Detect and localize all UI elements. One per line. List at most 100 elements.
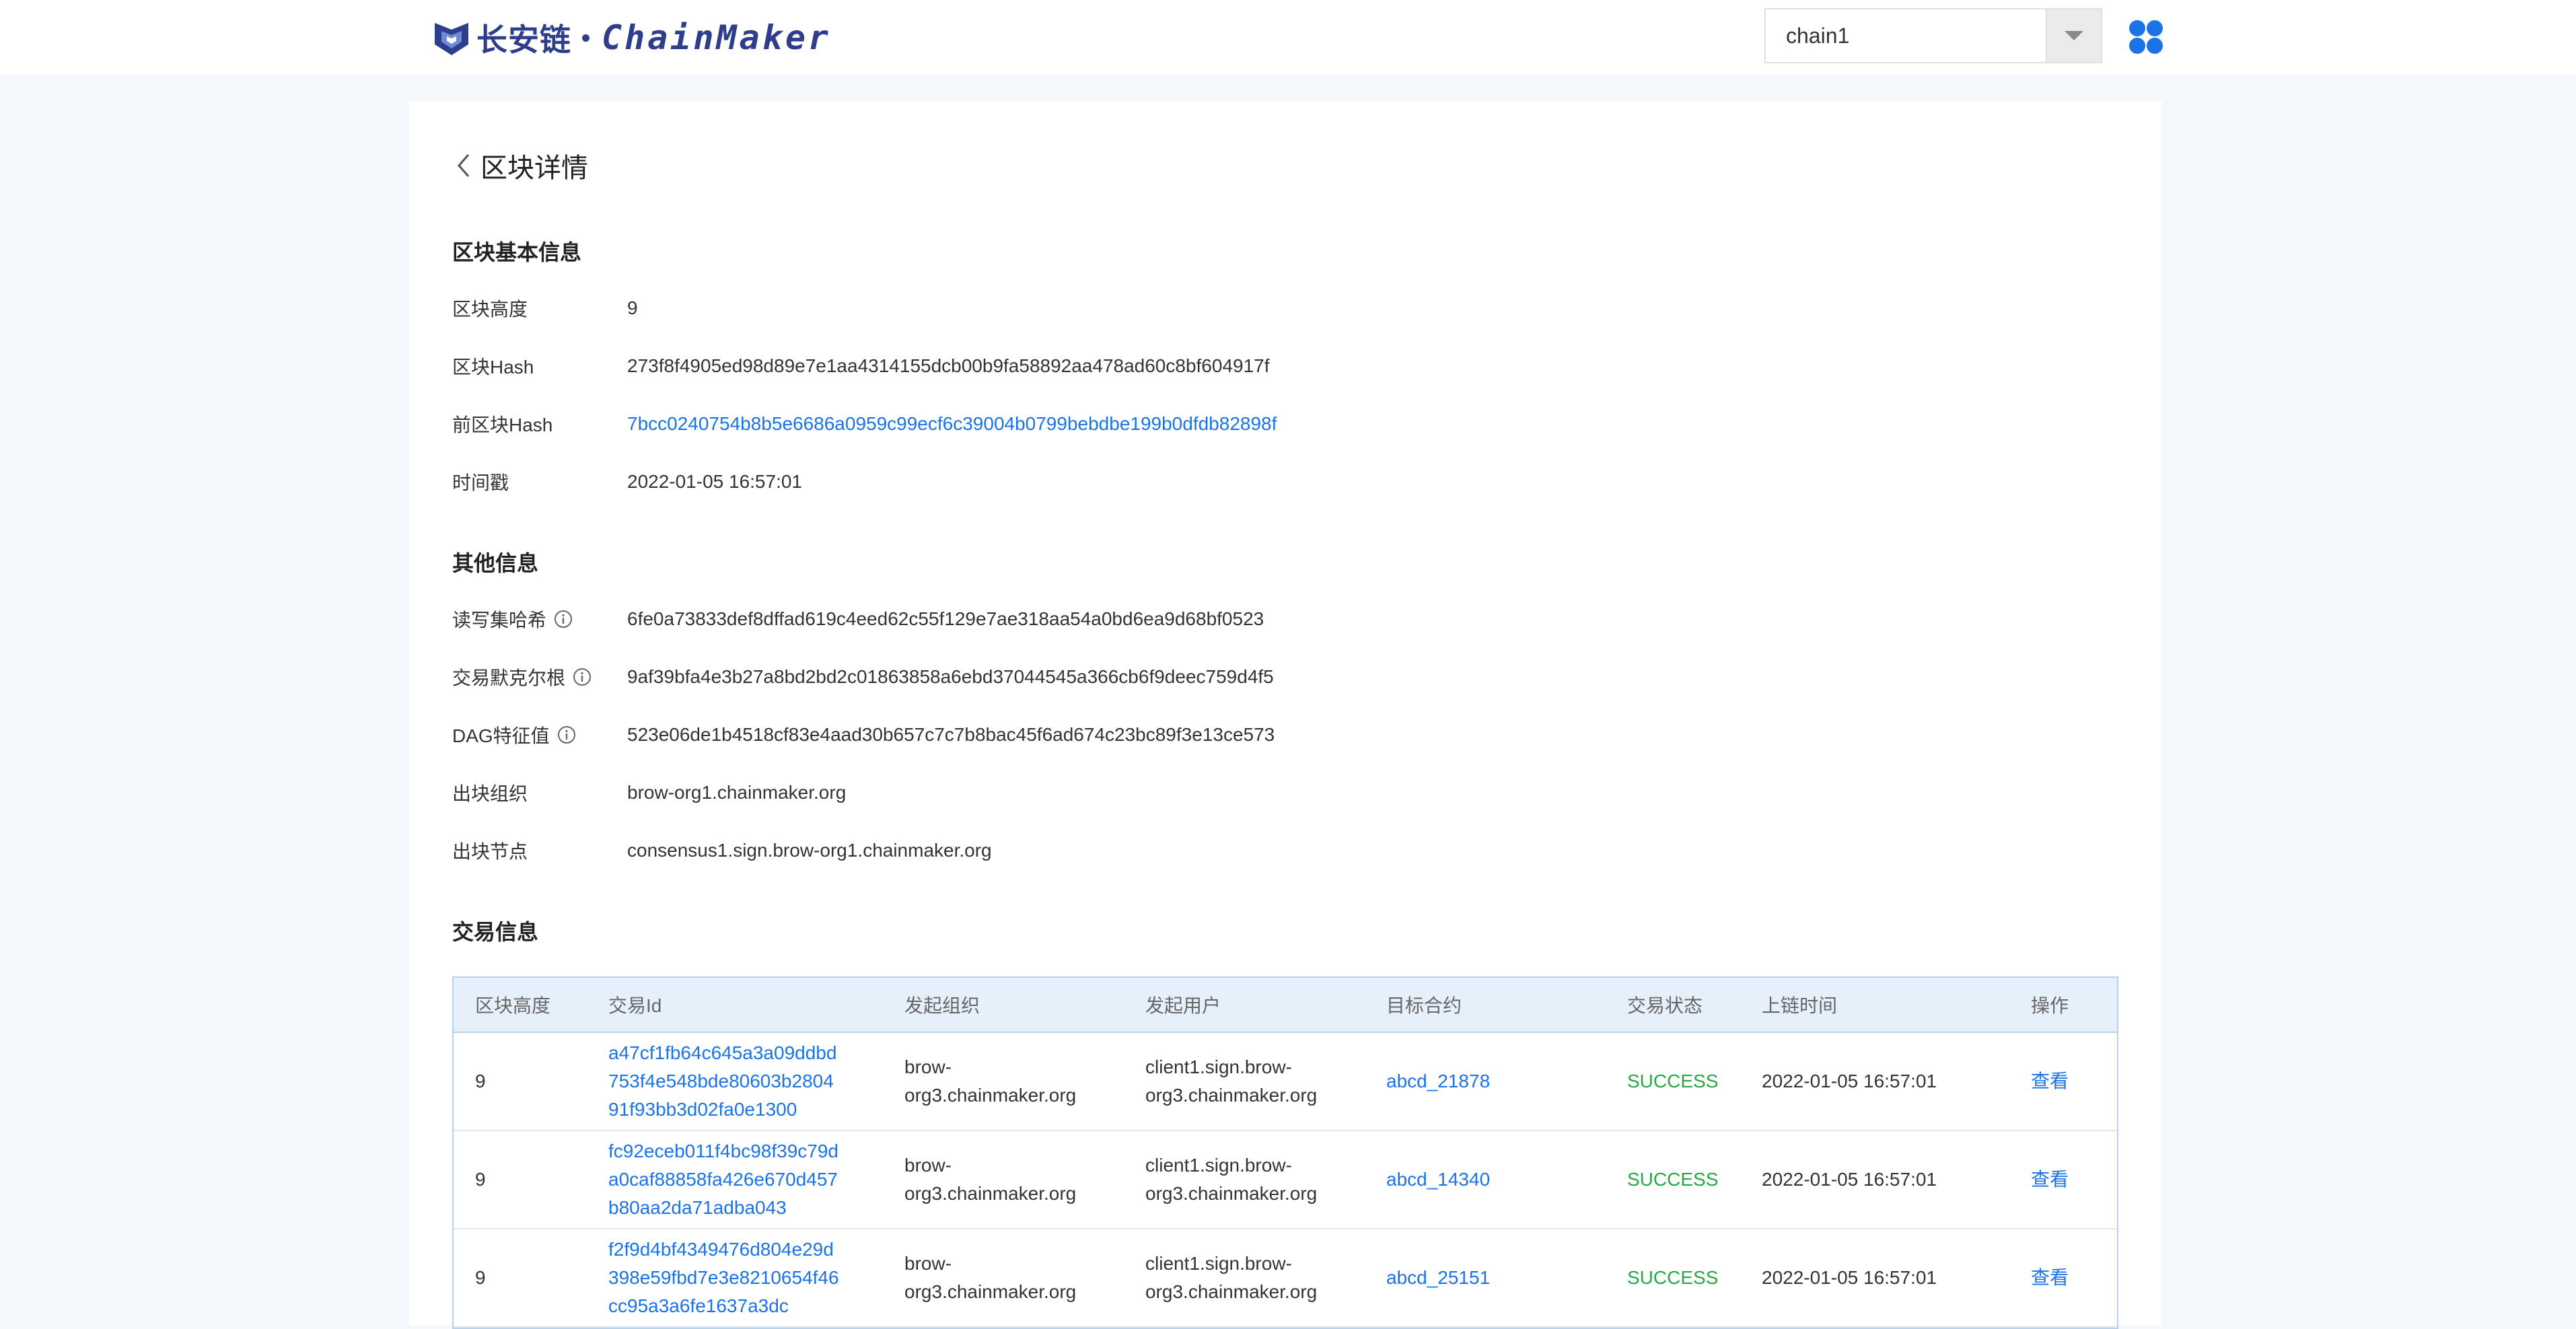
info-label: 前区块Hash (452, 415, 553, 435)
tx-id-link[interactable]: fc92eceb011f4bc98f39c79d a0caf88858fa426… (608, 1137, 838, 1222)
logo-text-cn: 长安链 (476, 22, 571, 58)
cell-time: 2022-01-05 16:57:01 (1762, 1267, 1937, 1288)
cell-org-line: org3.chainmaker.org (904, 1085, 1077, 1106)
info-label: 出块组织 (452, 783, 528, 804)
info-label-text: DAG特征值 (452, 725, 550, 746)
cell-user-line: org3.chainmaker.org (1145, 1183, 1318, 1204)
cell-user-line: client1.sign.brow- (1145, 1155, 1292, 1176)
cell-user-line: org3.chainmaker.org (1145, 1281, 1318, 1302)
status-badge: SUCCESS (1627, 1169, 1719, 1190)
tx-id-line: 398e59fbd7e3e8210654f46 (608, 1267, 839, 1288)
column-header: 区块高度 (475, 995, 551, 1016)
cell-org-line: brow- (904, 1155, 952, 1176)
block-detail-card: 区块详情 区块基本信息 区块高度 9 区块Hash 273f8f4905ed98… (409, 101, 2161, 1329)
tx-id-link[interactable]: a47cf1fb64c645a3a09ddbd 753f4e548bde8060… (608, 1039, 836, 1124)
info-label: 交易默克尔根 (452, 663, 627, 690)
tx-id-line: 91f93bb3d02fa0e1300 (608, 1099, 797, 1120)
info-label: 读写集哈希 (452, 606, 627, 633)
cell-block-height: 9 (475, 1267, 486, 1288)
contract-link[interactable]: abcd_21878 (1386, 1067, 1490, 1095)
info-value: 6fe0a73833def8dffad619c4eed62c55f129e7ae… (627, 608, 1264, 629)
basic-info-title: 区块基本信息 (452, 240, 582, 264)
column-header: 上链时间 (1762, 995, 1838, 1016)
status-badge: SUCCESS (1627, 1267, 1719, 1288)
contract-link[interactable]: abcd_14340 (1386, 1165, 1490, 1194)
info-value: 523e06de1b4518cf83e4aad30b657c7c7b8bac45… (627, 724, 1275, 745)
view-tx-link[interactable]: 查看 (2031, 1165, 2069, 1194)
tx-id-line: b80aa2da71adba043 (608, 1197, 787, 1218)
status-badge: SUCCESS (1627, 1071, 1719, 1091)
info-value: 2022-01-05 16:57:01 (627, 471, 802, 492)
column-header: 交易状态 (1627, 995, 1703, 1016)
cell-org: brow- org3.chainmaker.org (904, 1053, 1076, 1110)
cell-time: 2022-01-05 16:57:01 (1762, 1071, 1937, 1091)
chainmaker-logo[interactable]: 长安链 ChainMaker (432, 18, 832, 58)
cell-org: brow- org3.chainmaker.org (904, 1151, 1076, 1208)
info-row-prev-block-hash: 前区块Hash 7bcc0240754b8b5e6686a0959c99ecf6… (452, 410, 1277, 437)
view-tx-link[interactable]: 查看 (2031, 1067, 2069, 1095)
grid-menu-icon[interactable] (2128, 19, 2164, 55)
chain-select-toggle[interactable] (2046, 9, 2101, 62)
prev-block-hash-link[interactable]: 7bcc0240754b8b5e6686a0959c99ecf6c39004b0… (627, 413, 1277, 435)
info-row-timestamp: 时间戳 2022-01-05 16:57:01 (452, 468, 802, 495)
other-info-title: 其他信息 (452, 551, 539, 575)
tx-id-line: f2f9d4bf4349476d804e29d (608, 1239, 834, 1260)
info-label-text: 读写集哈希 (452, 610, 547, 631)
info-row-dag-hash: DAG特征值 523e06de1b4518cf83e4aad30b657c7c7… (452, 721, 1275, 748)
page-title: 区块详情 (456, 145, 588, 186)
info-value: brow-org1.chainmaker.org (627, 782, 847, 803)
cell-user: client1.sign.brow- org3.chainmaker.org (1145, 1250, 1317, 1306)
contract-link[interactable]: abcd_25151 (1386, 1264, 1490, 1292)
view-tx-link[interactable]: 查看 (2031, 1264, 2069, 1292)
info-row-proposer-org: 出块组织 brow-org1.chainmaker.org (452, 779, 846, 806)
info-label: 时间戳 (452, 472, 509, 493)
tx-id-line: 753f4e548bde80603b2804 (608, 1071, 834, 1091)
info-label-text: 交易默克尔根 (452, 668, 566, 688)
table-row: 9 f2f9d4bf4349476d804e29d 398e59fbd7e3e8… (454, 1229, 2117, 1328)
column-header: 发起用户 (1145, 995, 1221, 1016)
info-value: 9af39bfa4e3b27a8bd2bd2c01863858a6ebd3704… (627, 666, 1274, 687)
tx-id-line: cc95a3a6fe1637a3dc (608, 1295, 789, 1316)
logo-text-en: ChainMaker (602, 18, 832, 57)
info-row-block-hash: 区块Hash 273f8f4905ed98d89e7e1aa4314155dcb… (452, 353, 1270, 380)
column-header: 交易Id (608, 995, 662, 1016)
tx-id-line: a0caf88858fa426e670d457 (608, 1169, 838, 1190)
tx-id-line: fc92eceb011f4bc98f39c79d (608, 1141, 838, 1161)
info-label: 出块节点 (452, 841, 528, 862)
cell-user-line: client1.sign.brow- (1145, 1056, 1292, 1077)
cell-org-line: org3.chainmaker.org (904, 1183, 1077, 1204)
tx-table: 区块高度 交易Id 发起组织 发起用户 目标合约 交易状态 上链时间 操作 9 … (452, 976, 2118, 1329)
column-header: 目标合约 (1386, 995, 1462, 1016)
cell-time: 2022-01-05 16:57:01 (1762, 1169, 1937, 1190)
info-row-tx-merkle-root: 交易默克尔根 9af39bfa4e3b27a8bd2bd2c01863858a6… (452, 663, 1274, 690)
tx-info-title: 交易信息 (452, 920, 539, 944)
info-row-block-height: 区块高度 9 (452, 295, 638, 322)
tx-table-header: 区块高度 交易Id 发起组织 发起用户 目标合约 交易状态 上链时间 操作 (454, 978, 2117, 1033)
cell-user: client1.sign.brow- org3.chainmaker.org (1145, 1151, 1317, 1208)
cell-user: client1.sign.brow- org3.chainmaker.org (1145, 1053, 1317, 1110)
chevron-left-icon[interactable] (456, 152, 471, 179)
cell-org-line: brow- (904, 1056, 952, 1077)
info-label: 区块Hash (452, 357, 534, 378)
cell-user-line: client1.sign.brow- (1145, 1253, 1292, 1274)
info-value: consensus1.sign.brow-org1.chainmaker.org (627, 840, 992, 861)
top-header: 长安链 ChainMaker chain1 (0, 0, 2576, 74)
cell-block-height: 9 (475, 1169, 486, 1190)
info-circle-icon[interactable] (553, 609, 573, 629)
info-label: DAG特征值 (452, 721, 627, 748)
logo-separator-dot (582, 34, 589, 42)
tx-id-line: a47cf1fb64c645a3a09ddbd (608, 1042, 837, 1063)
page-title-text: 区块详情 (480, 153, 588, 183)
info-value: 273f8f4905ed98d89e7e1aa4314155dcb00b9fa5… (627, 355, 1270, 376)
column-header: 发起组织 (904, 995, 980, 1016)
info-circle-icon[interactable] (557, 725, 577, 745)
cell-user-line: org3.chainmaker.org (1145, 1085, 1318, 1106)
chain-select[interactable]: chain1 (1764, 8, 2102, 63)
info-circle-icon[interactable] (572, 667, 592, 687)
tx-id-link[interactable]: f2f9d4bf4349476d804e29d 398e59fbd7e3e821… (608, 1235, 839, 1320)
info-row-rw-set-hash: 读写集哈希 6fe0a73833def8dffad619c4eed62c55f1… (452, 606, 1264, 633)
table-row: 9 a47cf1fb64c645a3a09ddbd 753f4e548bde80… (454, 1033, 2117, 1131)
chainmaker-logo-icon (435, 23, 468, 55)
info-row-proposer-node: 出块节点 consensus1.sign.brow-org1.chainmake… (452, 837, 992, 864)
chain-select-value: chain1 (1786, 24, 1850, 48)
